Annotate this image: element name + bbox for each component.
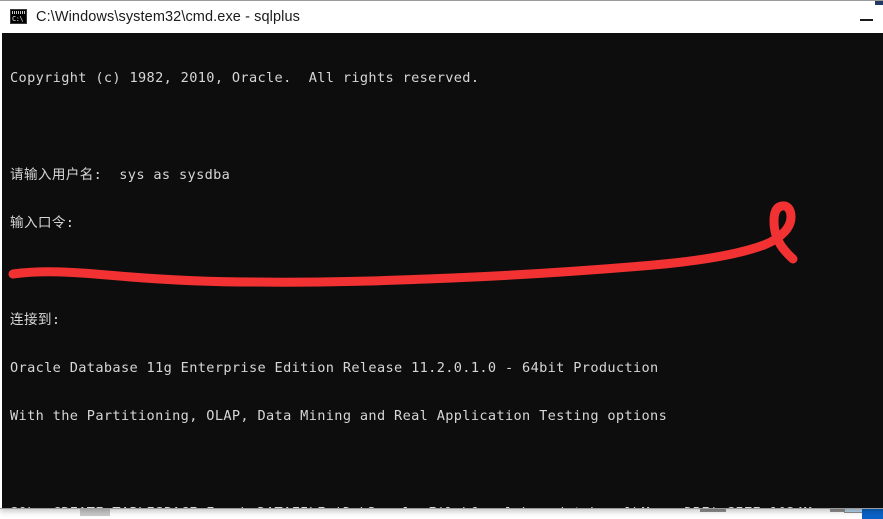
console-line-username-prompt: 请输入用户名: sys as sysdba	[10, 166, 231, 183]
console-output-area[interactable]: Copyright (c) 1982, 2010, Oracle. All ri…	[0, 33, 883, 508]
background-window-shadow	[80, 508, 110, 516]
background-window-strip	[80, 508, 883, 519]
window-controls	[843, 1, 883, 32]
console-line-connected-to: 连接到:	[10, 311, 61, 328]
console-line-oracle-options: With the Partitioning, OLAP, Data Mining…	[10, 408, 668, 425]
minimize-button[interactable]	[843, 1, 883, 32]
window-title: C:\Windows\system32\cmd.exe - sqlplus	[36, 8, 300, 25]
console-line: Copyright (c) 1982, 2010, Oracle. All ri…	[10, 70, 480, 87]
title-bar[interactable]: C:\ C:\Windows\system32\cmd.exe - sqlplu…	[0, 1, 883, 33]
console-line-password-prompt: 输入口令:	[10, 215, 75, 232]
console-text-buffer: Copyright (c) 1982, 2010, Oracle. All ri…	[10, 38, 883, 508]
minimize-icon	[859, 18, 873, 21]
console-line-oracle-version: Oracle Database 11g Enterprise Edition R…	[10, 359, 659, 376]
cmd-icon-label: C:\	[12, 15, 24, 23]
command-prompt-window: C:\ C:\Windows\system32\cmd.exe - sqlplu…	[0, 0, 883, 509]
console-line-sql-command: SQL> CREATE TABLESPACE Enoch DATAFILE 'D…	[10, 505, 883, 508]
desktop-background: C:\ C:\Windows\system32\cmd.exe - sqlplu…	[0, 0, 883, 519]
cmd-console-icon: C:\	[10, 9, 27, 24]
title-bar-accent	[875, 1, 883, 5]
